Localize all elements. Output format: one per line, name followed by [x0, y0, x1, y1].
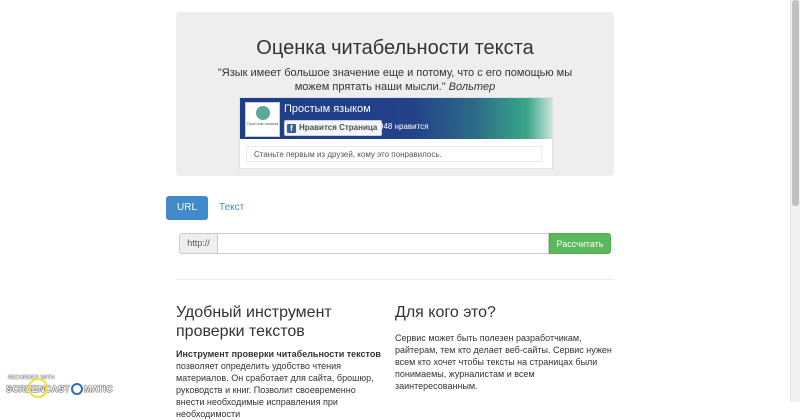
- calculate-button[interactable]: Рассчитать: [549, 233, 611, 254]
- tab-url[interactable]: URL: [166, 196, 209, 220]
- watermark-part2: MATIC: [84, 384, 113, 394]
- url-input[interactable]: [217, 233, 549, 254]
- audience-heading: Для кого это?: [395, 304, 496, 321]
- watermark-logo: SCREENCAST MATIC: [6, 383, 113, 395]
- quote-author: Вольтер: [448, 81, 496, 93]
- like-count: 948 нравится: [379, 122, 429, 131]
- facebook-social-context: Станьте первым из друзей, кому это понра…: [246, 146, 542, 162]
- screencast-o-icon: [71, 383, 84, 395]
- url-prefix: http://: [179, 233, 217, 254]
- quote-text: "Язык имеет большое значение еще и потом…: [217, 67, 573, 93]
- url-form: http:// Рассчитать: [179, 233, 611, 254]
- screencast-watermark: RECORDED WITH SCREENCAST MATIC: [6, 375, 113, 401]
- page-title: Оценка читабельности текста: [256, 37, 534, 59]
- facebook-cover[interactable]: Простым языком Простым языком f Нравится…: [240, 98, 552, 139]
- features-section: Удобный инструмент проверки текстов Инст…: [176, 303, 381, 420]
- audience-text: Сервис может быть полезен разработчикам,…: [395, 333, 612, 391]
- features-text: Инструмент проверки читабельности тексто…: [176, 348, 381, 420]
- features-heading: Удобный инструмент проверки текстов: [176, 304, 332, 340]
- input-mode-tabs: URL Текст: [166, 196, 254, 220]
- scrollbar-thumb[interactable]: [792, 0, 799, 206]
- facebook-f-icon: f: [287, 123, 296, 133]
- jumbotron: Оценка читабельности текста "Язык имеет …: [176, 12, 614, 176]
- cursor-highlight-icon: [28, 378, 48, 398]
- facebook-page-name[interactable]: Простым языком: [284, 103, 371, 115]
- facebook-like-button[interactable]: f Нравится Страница: [284, 120, 383, 136]
- page-logo-text: Простым языком: [246, 121, 279, 126]
- divider: [176, 279, 614, 280]
- quote: "Язык имеет большое значение еще и потом…: [200, 66, 590, 94]
- facebook-page-widget: Простым языком Простым языком f Нравится…: [239, 97, 553, 169]
- leaf-icon: [255, 106, 270, 120]
- tab-text[interactable]: Текст: [209, 196, 254, 220]
- features-bold-text: Инструмент проверки читабельности тексто…: [176, 349, 381, 359]
- audience-section: Для кого это? Сервис может быть полезен …: [395, 303, 617, 392]
- features-body-text: позволяет определить удобство чтения мат…: [176, 361, 374, 419]
- page-scrollbar[interactable]: [790, 0, 800, 402]
- page-logo[interactable]: Простым языком: [245, 102, 280, 137]
- like-button-label: Нравится Страница: [299, 123, 378, 132]
